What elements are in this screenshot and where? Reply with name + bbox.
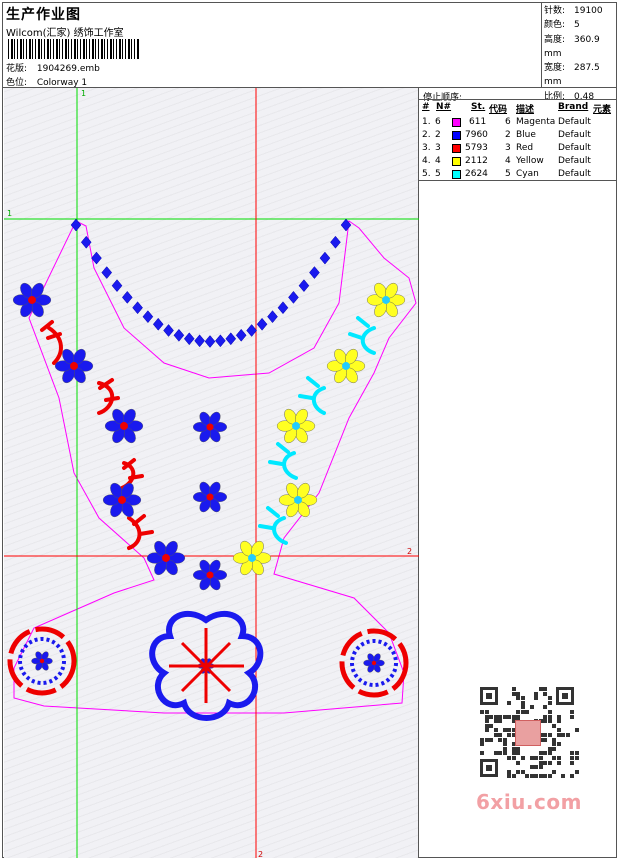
col-brand: Brand: [558, 102, 589, 112]
yellow-flower: [232, 540, 272, 576]
chain-diamond: [235, 328, 247, 342]
col-desc: 描述: [516, 105, 535, 115]
blue-flower: [104, 408, 144, 444]
guide-h1-label: 1: [7, 209, 12, 218]
table-row[interactable]: 1. 6 611 6 Magenta Default: [419, 117, 617, 130]
neckline-chain: [70, 218, 352, 348]
chain-diamond: [298, 279, 310, 293]
design-line: 花版: 1904269.emb: [6, 61, 100, 74]
watermark-site: 6xiu.com: [476, 790, 582, 814]
rosette-center: [363, 653, 385, 673]
yellow-flower: [278, 482, 318, 518]
blue-flower: [192, 411, 228, 443]
spec-height: 高度: 360.9 mm: [544, 34, 600, 59]
col-element: 元素: [593, 105, 612, 115]
chain-diamond: [225, 332, 237, 346]
col-needle: N#: [436, 102, 452, 112]
col-code: 代码: [489, 105, 508, 115]
yellow-flower: [276, 408, 316, 444]
color-swatch: [452, 131, 461, 140]
chain-diamond: [330, 235, 341, 249]
chain-diamond: [256, 317, 268, 331]
chain-diamond: [319, 251, 331, 265]
chain-diamond: [277, 301, 289, 315]
spec-stitches: 针数: 19100: [544, 6, 603, 16]
design-label: 花版:: [6, 64, 28, 74]
table-row[interactable]: 3. 3 5793 3 Red Default: [419, 143, 617, 156]
spec-colors: 颜色: 5: [544, 20, 580, 31]
chain-diamond: [111, 279, 123, 293]
chain-diamond: [121, 290, 133, 304]
chain-diamond: [288, 290, 299, 304]
table-row[interactable]: 4. 4 2112 4 Yellow Default: [419, 156, 617, 169]
blue-flower: [146, 540, 186, 576]
embroidery-preview: 1 1 2 2: [4, 88, 419, 858]
colorway-label: 色位:: [6, 78, 28, 88]
colorway-value: Colorway 1: [36, 78, 88, 88]
blue-flower: [12, 282, 52, 318]
stop-list-table: # N# St. 代码 描述 Brand 元素 1. 6 611 6 Magenta…: [419, 99, 617, 181]
table-row[interactable]: 5. 5 2624 5 Cyan Default: [419, 169, 617, 182]
page-title: 生产作业图: [6, 7, 81, 23]
color-swatch: [452, 157, 461, 166]
chain-diamond: [309, 266, 320, 279]
design-canvas[interactable]: 1 1 2 2: [4, 88, 419, 858]
color-swatch: [452, 144, 461, 153]
chain-diamond: [132, 301, 143, 315]
chain-diamond: [173, 328, 185, 342]
chain-diamond: [163, 324, 174, 337]
barcode: [8, 39, 140, 59]
studio-name: Wilcom(汇家) 绣饰工作室: [6, 28, 124, 39]
color-swatch: [452, 170, 461, 179]
design-value: 1904269.emb: [36, 64, 100, 74]
chain-diamond: [101, 266, 113, 279]
chain-diamond: [215, 334, 226, 348]
chain-diamond: [183, 332, 195, 346]
rosette-center: [31, 651, 53, 671]
chain-diamond: [194, 334, 205, 348]
header-panel: 生产作业图 Wilcom(汇家) 绣饰工作室 花版: 1904269.emb 色…: [2, 2, 542, 88]
spec-width: 宽度: 287.5 mm: [544, 63, 600, 88]
color-swatch: [452, 118, 461, 127]
guide-v2-label: 2: [258, 850, 263, 858]
blue-flower: [192, 559, 228, 591]
bottom-center-medallion: [149, 610, 264, 721]
chain-diamond: [142, 310, 154, 324]
colorway-line: 色位: Colorway 1: [6, 75, 87, 88]
guide-h2-label: 2: [407, 547, 412, 556]
col-stitch: St.: [471, 102, 486, 112]
guide-v1-label: 1: [81, 89, 86, 98]
yellow-flower: [326, 348, 366, 384]
col-num: #: [422, 102, 430, 112]
table-row[interactable]: 2. 2 7960 2 Blue Default: [419, 130, 617, 143]
blue-flower: [192, 481, 228, 513]
seal-stamp-icon: [515, 720, 541, 746]
chain-diamond: [246, 324, 257, 337]
chain-diamond: [267, 310, 278, 324]
specs-panel: 针数: 19100 颜色: 5 高度: 360.9 mm 宽度: 287.5 mm 比例…: [542, 2, 617, 102]
chain-diamond: [152, 317, 164, 331]
yellow-flower: [366, 282, 406, 318]
chain-diamond: [204, 335, 216, 348]
